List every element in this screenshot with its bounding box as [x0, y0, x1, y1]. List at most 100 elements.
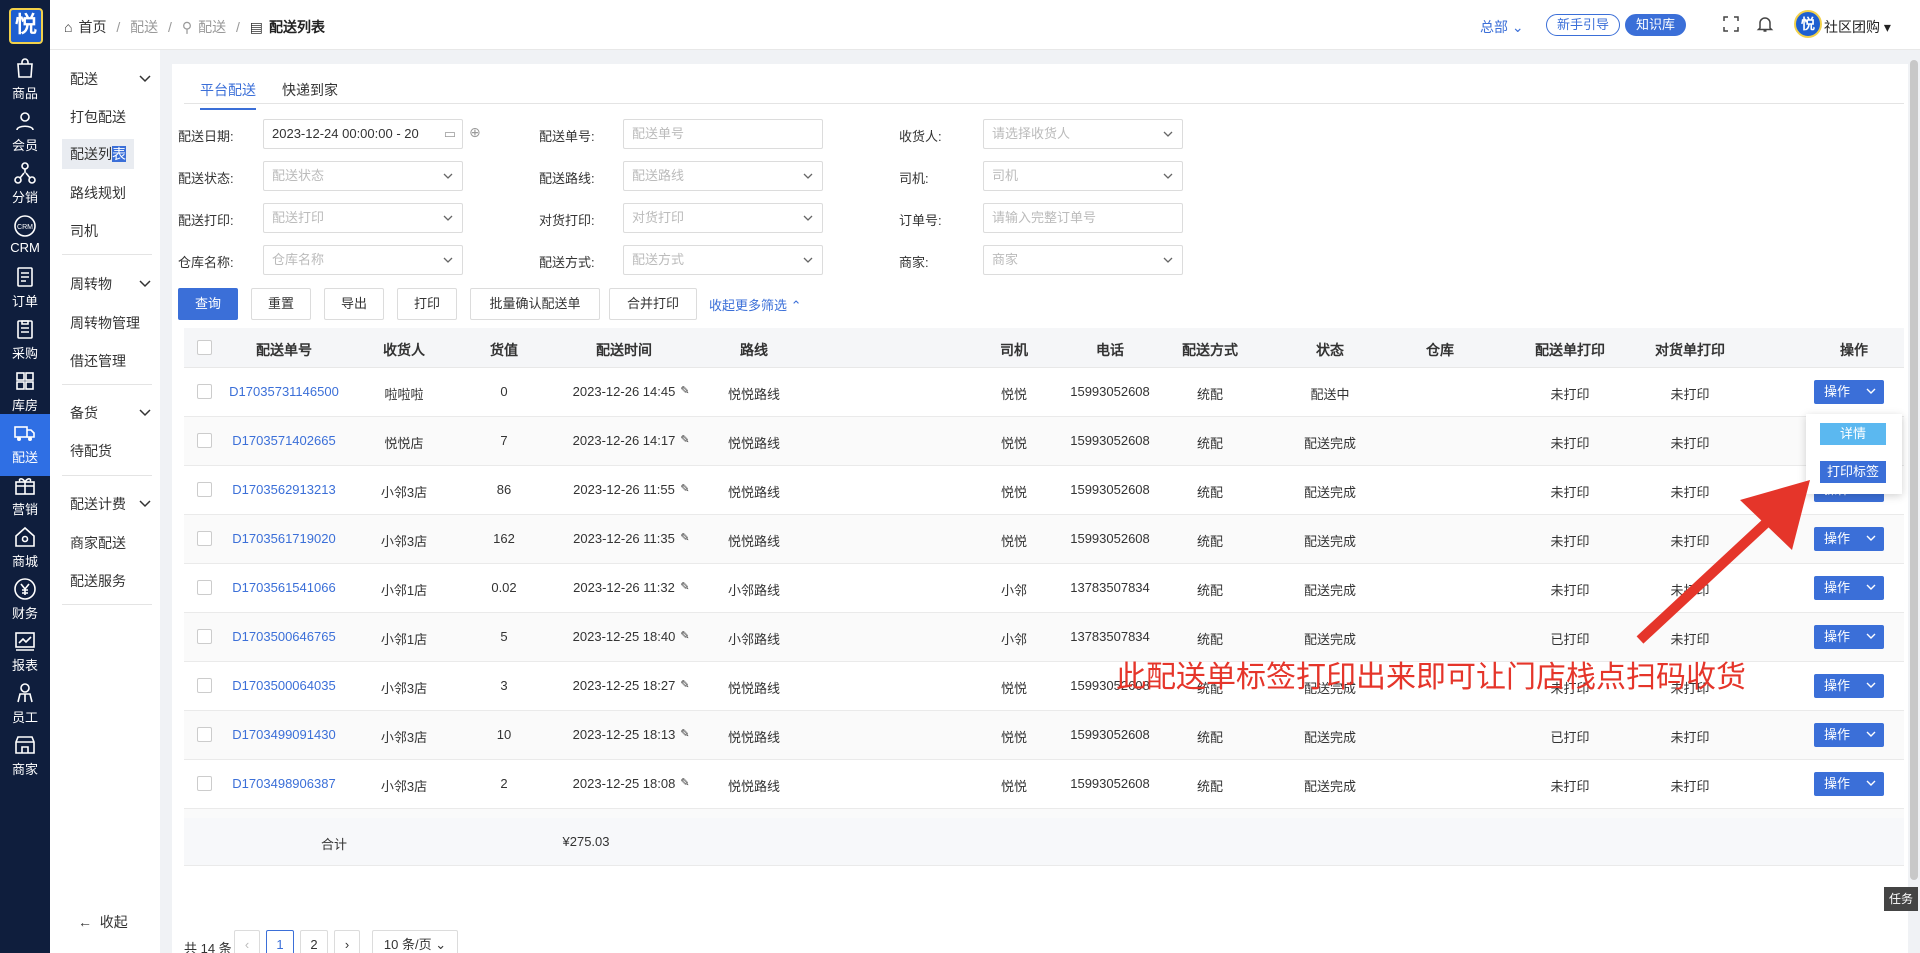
edit-icon[interactable]: ✎	[678, 776, 692, 789]
edit-icon[interactable]: ✎	[678, 629, 692, 642]
row-checkbox[interactable]	[197, 776, 212, 791]
knowledge-base-button[interactable]: 知识库	[1625, 14, 1687, 36]
operation-button[interactable]: 操作	[1814, 380, 1884, 404]
row-checkbox[interactable]	[197, 384, 212, 399]
cell-no[interactable]: D17035731146500	[224, 384, 344, 399]
status-select[interactable]: 配送状态	[263, 161, 463, 191]
vertical-scrollbar[interactable]	[1910, 60, 1918, 880]
breadcrumb: ⌂ 首页 / 配送 / ⚲ 配送 / ▤ 配送列表	[64, 17, 331, 37]
nav-item-store[interactable]: 商家	[0, 726, 50, 788]
check-print-select[interactable]: 对货打印	[623, 203, 823, 233]
add-circle-icon[interactable]: ⊕	[469, 124, 481, 141]
cell-no[interactable]: D1703561541066	[224, 580, 344, 595]
org-selector[interactable]: 总部 ⌄	[1480, 17, 1524, 37]
operation-button[interactable]: 操作	[1814, 674, 1884, 698]
task-button[interactable]: 任务	[1884, 887, 1918, 911]
merge-print-button[interactable]: 合并打印	[609, 288, 697, 320]
operation-button[interactable]: 操作	[1814, 723, 1884, 747]
breadcrumb-delivery-sub[interactable]: 配送	[198, 17, 226, 37]
row-checkbox[interactable]	[197, 629, 212, 644]
cell-no[interactable]: D1703562913213	[224, 482, 344, 497]
subnav-item-pack-delivery[interactable]: 打包配送	[70, 107, 126, 127]
print-button[interactable]: 打印	[397, 288, 457, 320]
edit-icon[interactable]: ✎	[678, 727, 692, 740]
subnav-item-borrow-return[interactable]: 借还管理	[70, 351, 126, 371]
subnav-item-driver[interactable]: 司机	[70, 221, 98, 241]
subnav-item-to-pick[interactable]: 待配货	[70, 441, 112, 461]
cell-receiver: 小邻3店	[380, 779, 428, 794]
edit-icon[interactable]: ✎	[678, 482, 692, 495]
guide-button[interactable]: 新手引导	[1546, 14, 1621, 36]
breadcrumb-home[interactable]: 首页	[78, 17, 106, 37]
row-checkbox[interactable]	[197, 482, 212, 497]
warehouse-select[interactable]: 仓库名称	[263, 245, 463, 275]
subnav-group-turnover[interactable]: 周转物	[70, 274, 152, 294]
brand-logo[interactable]: 悦	[9, 8, 43, 44]
cell-no[interactable]: D1703500064035	[224, 678, 344, 693]
row-checkbox[interactable]	[197, 727, 212, 742]
subnav-group-billing[interactable]: 配送计费	[70, 494, 152, 514]
page-size-select[interactable]: 10 条/页 ⌄	[372, 930, 458, 953]
edit-icon[interactable]: ✎	[678, 384, 692, 397]
chevron-down-icon	[443, 173, 453, 179]
cell-no[interactable]: D1703561719020	[224, 531, 344, 546]
avatar[interactable]: 悦	[1794, 10, 1822, 38]
prev-page-button[interactable]: ‹	[234, 930, 260, 953]
page-1-button[interactable]: 1	[266, 930, 294, 953]
cell-phone: 15993052608	[1070, 384, 1150, 399]
subnav-item-route-planning[interactable]: 路线规划	[70, 183, 126, 203]
driver-select[interactable]: 司机	[983, 161, 1183, 191]
cell-no[interactable]: D1703499091430	[224, 727, 344, 742]
page-2-button[interactable]: 2	[300, 930, 328, 953]
column-header[interactable]: 收货人	[344, 340, 464, 360]
query-button[interactable]: 查询	[178, 288, 238, 320]
subnav-group-stock[interactable]: 备货	[70, 403, 152, 423]
operation-button[interactable]: 操作	[1814, 527, 1884, 551]
batch-confirm-button[interactable]: 批量确认配送单	[470, 288, 600, 320]
tab-platform-delivery[interactable]: 平台配送	[200, 80, 256, 110]
row-checkbox[interactable]	[197, 531, 212, 546]
edit-icon[interactable]: ✎	[678, 433, 692, 446]
operation-button[interactable]: 操作	[1814, 576, 1884, 600]
toggle-filters-link[interactable]: 收起更多筛选 ⌃	[709, 295, 802, 314]
order-no-input[interactable]: 请输入完整订单号	[983, 203, 1183, 233]
nav-label: 财务	[11, 606, 38, 621]
tab-express-home[interactable]: 快递到家	[282, 80, 338, 108]
detail-button[interactable]: 详情	[1820, 423, 1886, 445]
edit-icon[interactable]: ✎	[678, 678, 692, 691]
cell-no[interactable]: D1703571402665	[224, 433, 344, 448]
fullscreen-icon[interactable]	[1722, 15, 1740, 36]
reset-button[interactable]: 重置	[251, 288, 311, 320]
next-page-button[interactable]: ›	[334, 930, 360, 953]
operation-button[interactable]: 操作	[1814, 625, 1884, 649]
subnav-group-delivery[interactable]: 配送	[70, 69, 152, 89]
collapse-button[interactable]: ← 收起	[78, 912, 128, 932]
subnav-item-turnover-manage[interactable]: 周转物管理	[70, 313, 140, 333]
cell-no[interactable]: D1703498906387	[224, 776, 344, 791]
export-button[interactable]: 导出	[324, 288, 384, 320]
print-status-select[interactable]: 配送打印	[263, 203, 463, 233]
subnav-item-delivery-service[interactable]: 配送服务	[70, 571, 126, 591]
breadcrumb-delivery[interactable]: 配送	[130, 17, 158, 37]
user-menu[interactable]: 社区团购 ▾	[1824, 17, 1891, 37]
date-range-input[interactable]: 2023-12-24 00:00:00 - 20 ▭	[263, 119, 463, 149]
edit-icon[interactable]: ✎	[678, 580, 692, 593]
subnav-item-delivery-list[interactable]: 配送列表	[62, 139, 134, 169]
print-label-button[interactable]: 打印标签	[1820, 461, 1886, 483]
receiver-select[interactable]: 请选择收货人	[983, 119, 1183, 149]
select-all-checkbox[interactable]	[197, 340, 212, 355]
cell-no[interactable]: D1703500646765	[224, 629, 344, 644]
subnav-divider	[62, 604, 152, 605]
cell-receiver: 悦悦店	[384, 436, 424, 451]
bell-icon[interactable]	[1756, 15, 1774, 36]
merchant-select[interactable]: 商家	[983, 245, 1183, 275]
edit-icon[interactable]: ✎	[678, 531, 692, 544]
delivery-no-input[interactable]: 配送单号	[623, 119, 823, 149]
method-select[interactable]: 配送方式	[623, 245, 823, 275]
operation-button[interactable]: 操作	[1814, 772, 1884, 796]
row-checkbox[interactable]	[197, 678, 212, 693]
route-select[interactable]: 配送路线	[623, 161, 823, 191]
subnav-item-merchant-delivery[interactable]: 商家配送	[70, 533, 126, 553]
row-checkbox[interactable]	[197, 433, 212, 448]
row-checkbox[interactable]	[197, 580, 212, 595]
